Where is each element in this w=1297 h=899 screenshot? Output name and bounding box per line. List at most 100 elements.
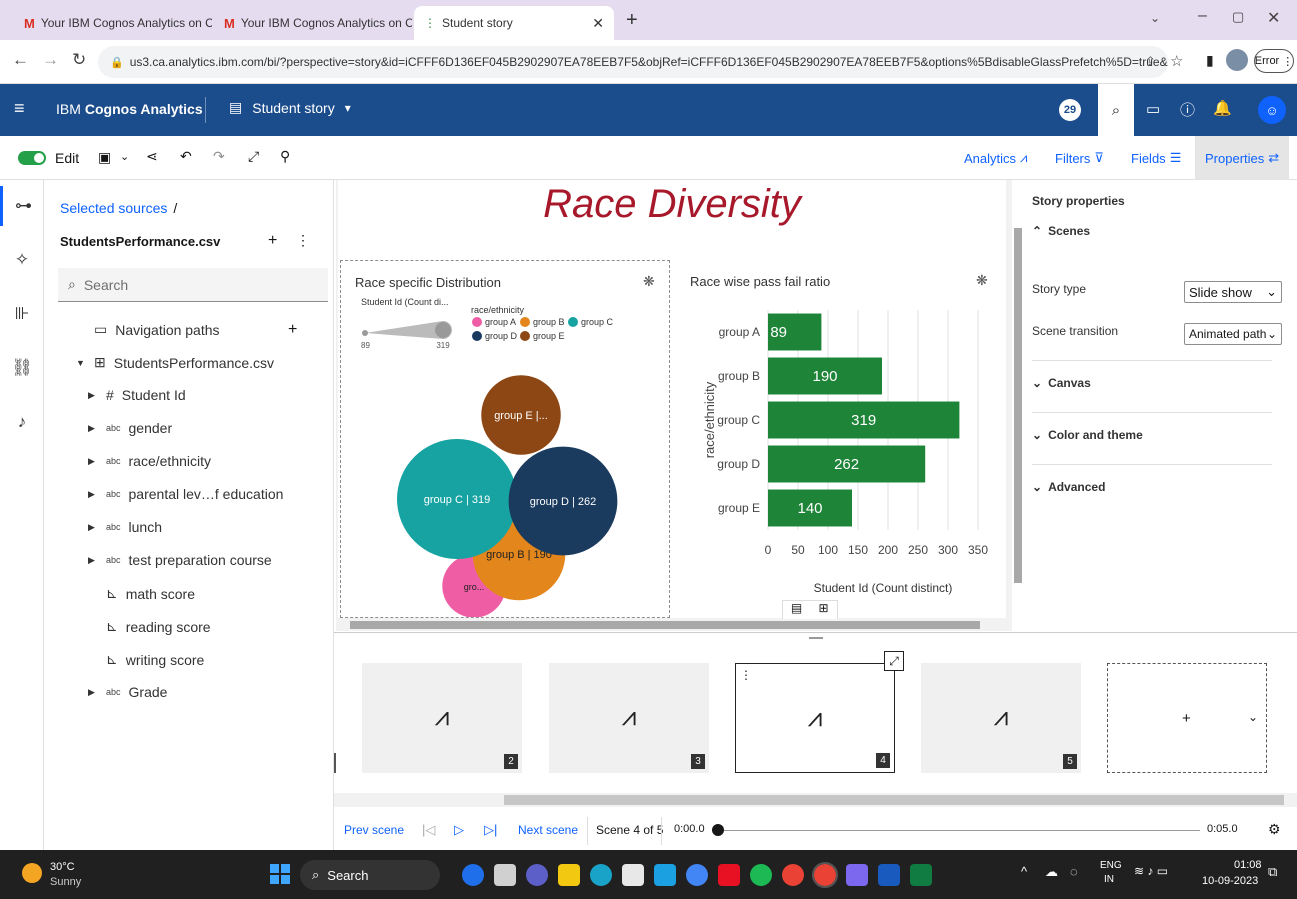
scenes-section-toggle[interactable]: ⌃ Scenes [1032,224,1090,238]
save-icon[interactable]: ▣ [98,149,111,166]
chevron-down-icon[interactable]: ⌄ [120,150,129,163]
wifi-volume-battery-icons[interactable]: ≋ ♪ ▭ [1134,864,1168,878]
fields-button[interactable]: Fields ☰ [1131,150,1181,166]
analytics-button[interactable]: Analytics ⩘ [964,150,1027,166]
widgets-icon[interactable]: ⛓ [0,348,44,388]
clock-time[interactable]: 01:08 [1234,859,1262,871]
tab-search-icon[interactable]: ⌄ [1150,11,1160,25]
url-bar[interactable]: 🔒 us3.ca.analytics.ibm.com/bi/?perspecti… [98,46,1168,78]
timeline-scrollbar[interactable] [334,793,1297,807]
maximize-icon[interactable]: ▢ [1232,9,1244,25]
forward-icon[interactable]: → [42,50,59,70]
teams-icon[interactable] [526,864,548,886]
chrome-icon[interactable] [782,864,804,886]
excel-icon[interactable] [910,864,932,886]
skip-back-icon[interactable]: |◁ [422,822,435,838]
profile-avatar[interactable] [1226,49,1248,71]
chart-settings-icon[interactable]: ❋ [976,272,988,289]
edge-icon[interactable] [590,864,612,886]
new-tab-icon[interactable]: + [626,9,638,32]
breadcrumb-link[interactable]: Selected sources [60,200,167,216]
scene-thumbnail-3[interactable]: ⩘ 3 [549,663,709,773]
canvas-section-toggle[interactable]: ⌄ Canvas [1032,376,1091,390]
bookmark-star-icon[interactable]: ☆ [1170,52,1183,70]
windows-start-icon[interactable] [270,864,290,884]
scene-thumbnail-5[interactable]: ⩘ 5 [921,663,1081,773]
app-icon[interactable] [654,864,676,886]
close-icon[interactable]: ✕ [592,15,604,32]
canvas-vertical-scrollbar[interactable] [1012,180,1024,630]
data-tree-icon[interactable]: ⊶ [0,186,44,226]
advanced-section-toggle[interactable]: ⌄ Advanced [1032,480,1105,494]
spotify-icon[interactable] [750,864,772,886]
expand-icon[interactable]: ⤢ [884,651,904,671]
language-code[interactable]: ENG [1100,860,1122,871]
field-item[interactable]: ▶ abc test preparation course [88,552,272,568]
cloud-icon[interactable]: ☁ [1045,864,1058,880]
browser-tab-1[interactable]: M Your IBM Cognos Analytics on Cl ✕ [14,6,212,40]
reload-icon[interactable]: ↻ [72,50,86,70]
field-item[interactable]: ⊾ math score [88,585,195,602]
add-scene-slot[interactable]: + ⌄ [1107,663,1267,773]
store-icon[interactable] [622,864,644,886]
search-icon[interactable]: ⌕ [1098,84,1134,136]
field-item[interactable]: ▶ abc parental lev…f education [88,486,283,502]
timeline-track[interactable] [718,830,1200,831]
scene-thumbnail-4-selected[interactable]: ⋮ ⩘ 4 [735,663,895,773]
resize-handle[interactable] [809,637,823,639]
scene-transition-select[interactable]: Animated path ⌄ [1184,323,1282,345]
add-source-icon[interactable]: + [268,232,277,250]
app-icon[interactable] [846,864,868,886]
field-item[interactable]: ▶ abc gender [88,420,172,436]
expand-icon[interactable]: ⤢ [248,148,259,165]
hamburger-menu-icon[interactable]: ≡ [14,98,25,119]
browser-tab-2[interactable]: M Your IBM Cognos Analytics on Cl ✕ [214,6,412,40]
field-item[interactable]: ▶ abc lunch [88,519,162,535]
color-theme-section-toggle[interactable]: ⌄ Color and theme [1032,428,1143,442]
bing-icon[interactable] [462,864,484,886]
filters-button[interactable]: Filters ⊽ [1055,150,1104,166]
skip-forward-icon[interactable]: ▷| [484,822,497,838]
back-icon[interactable]: ← [12,50,29,70]
add-navigation-path-icon[interactable]: + [288,321,297,339]
side-panel-icon[interactable]: ▮ [1206,52,1214,69]
share-icon[interactable]: ⋖ [146,148,158,165]
word-icon[interactable] [878,864,900,886]
next-scene-button[interactable]: Next scene [518,823,578,837]
mcafee-icon[interactable] [718,864,740,886]
settings-gear-icon[interactable]: ⚙ [1268,821,1281,838]
chevron-up-icon[interactable]: ^ [1021,864,1027,879]
notification-count-badge[interactable]: 29 [1059,99,1081,121]
bar-chart-widget[interactable]: Race wise pass fail ratio ❋ 0 50 100 150 200… [674,260,1004,618]
properties-button[interactable]: Properties ⇄ [1195,136,1290,180]
navigation-paths-item[interactable]: ▭ Navigation paths [94,321,220,338]
chrome-canary-icon[interactable] [686,864,708,886]
pin-icon[interactable]: ✧ [0,240,44,280]
undo-icon[interactable]: ↶ [180,148,192,165]
story-selector[interactable]: ▤ Student story ▾ [229,99,351,116]
chrome-active-icon[interactable] [812,862,838,888]
share-icon[interactable]: ⇪ [1145,54,1156,70]
scene-thumbnail-2[interactable]: ⩘ 2 [362,663,522,773]
scene-title[interactable]: Race Diversity [338,182,1006,227]
field-item[interactable]: ⊾ writing score [88,651,204,668]
bubble-chart-widget[interactable]: Race specific Distribution ❋ Student Id … [340,260,670,618]
media-icon[interactable]: ♪ [0,402,44,442]
error-button[interactable]: Error ⋮ [1254,49,1294,73]
field-item[interactable]: ▶ # Student Id [88,387,186,403]
kebab-menu-icon[interactable]: ⋮ [296,232,310,249]
story-type-select[interactable]: Slide show ⌄ [1184,281,1282,303]
prev-scene-button[interactable]: Prev scene [344,823,404,837]
minimize-icon[interactable]: – [1198,7,1207,25]
window-close-icon[interactable]: ✕ [1267,8,1280,28]
field-item[interactable]: ⊾ reading score [88,618,211,635]
chat-icon[interactable]: ▭ [1146,100,1160,118]
notification-center-icon[interactable]: ⧉ [1268,864,1277,880]
taskbar-search[interactable]: ⌕ Search [300,860,440,890]
timeline-scrubber[interactable] [712,824,724,836]
canvas-horizontal-scrollbar[interactable] [336,619,1012,631]
browser-tab-3[interactable]: ⋮ Student story ✕ [414,6,614,40]
field-item[interactable]: ▶ abc Grade [88,684,167,700]
network-icon[interactable]: ◌ [1070,864,1078,879]
bell-icon[interactable]: 🔔 [1213,99,1232,117]
